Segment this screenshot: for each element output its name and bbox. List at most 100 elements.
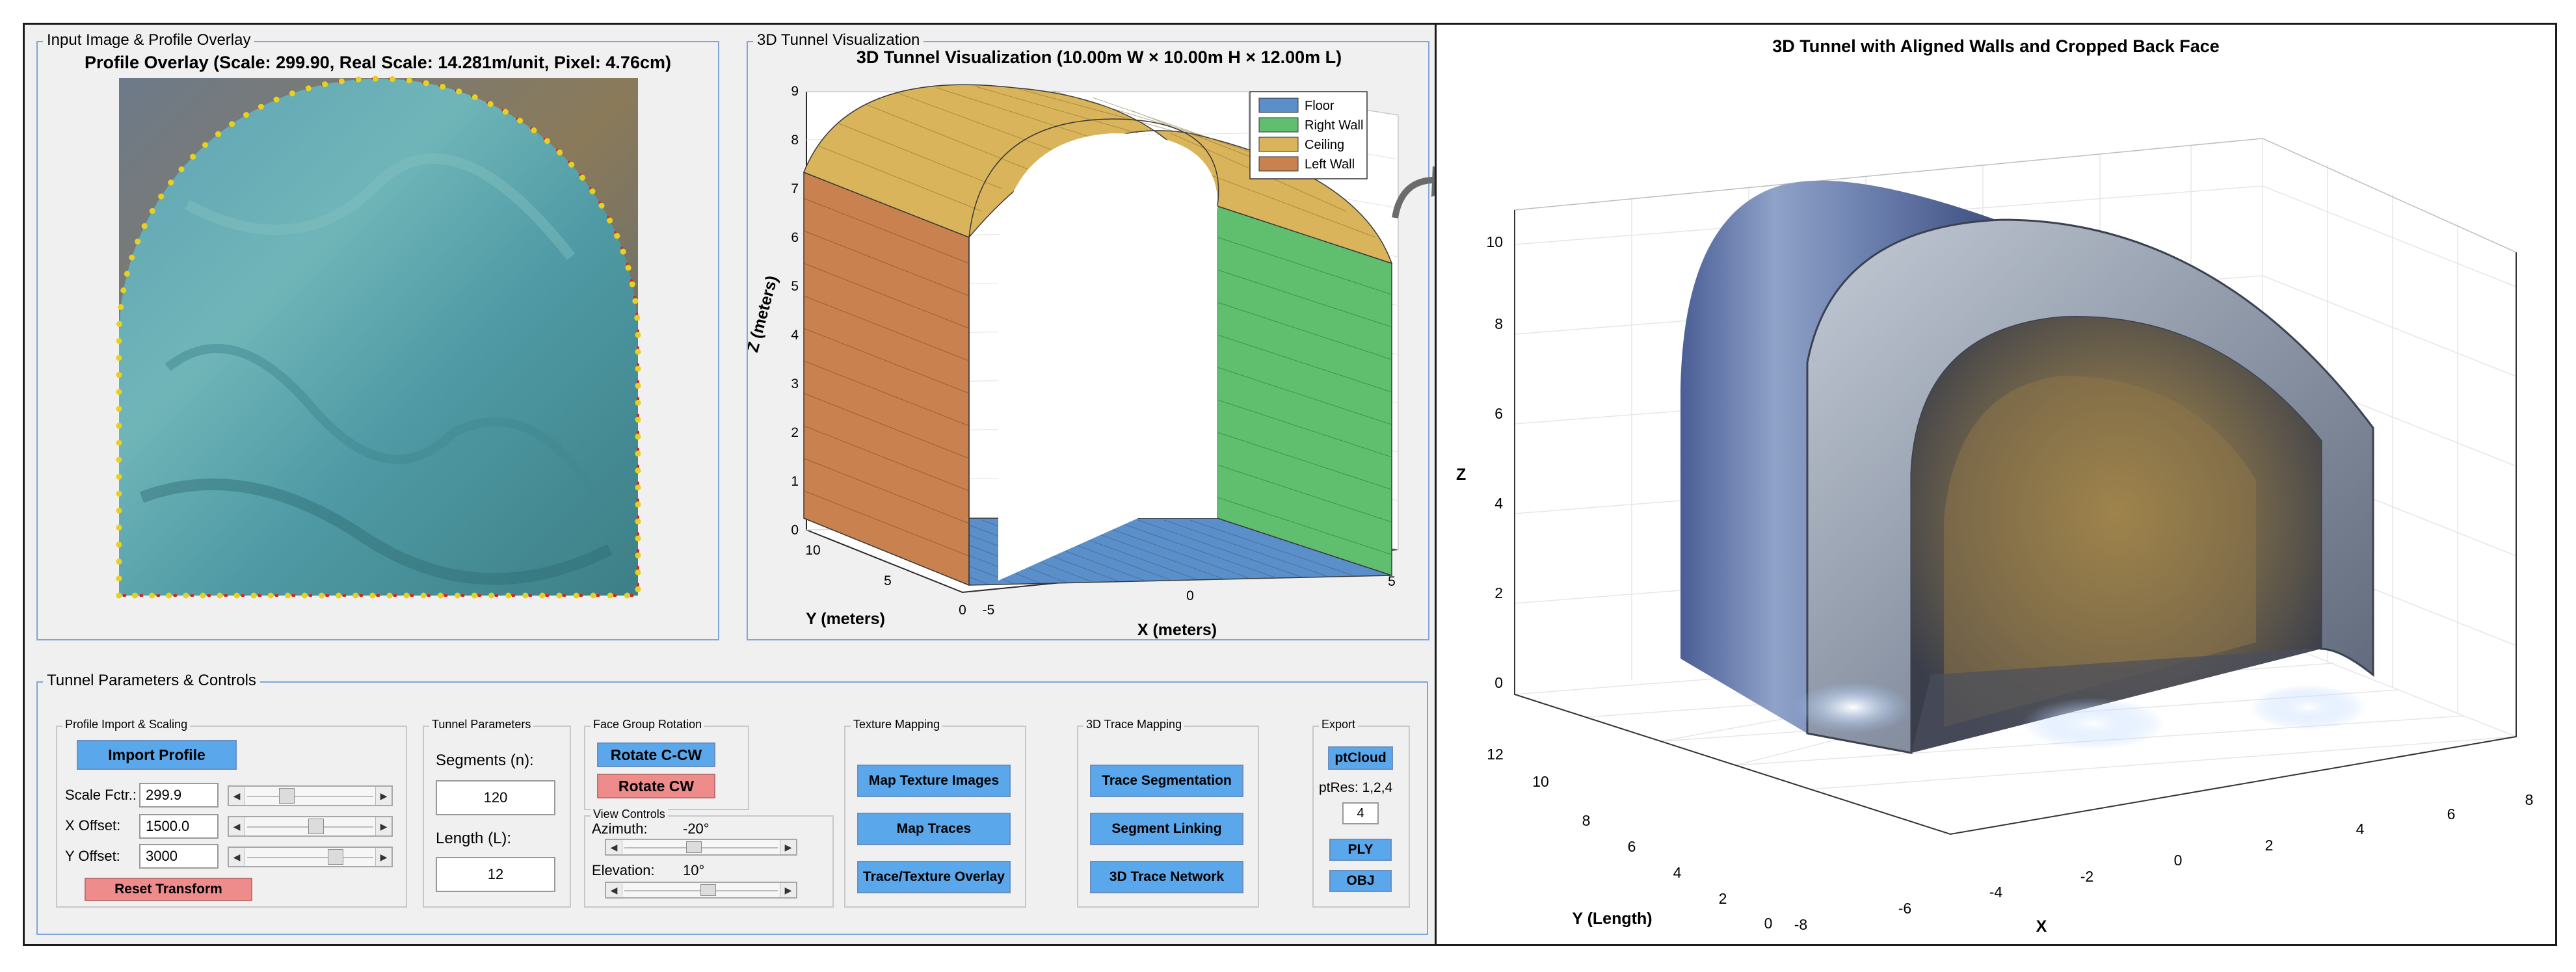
y-offset-slider[interactable]: ◀ ▶	[228, 847, 393, 867]
ptres-label: ptRes: 1,2,4	[1319, 780, 1393, 795]
render-x-tick: -2	[2080, 868, 2093, 885]
legend-floor: Floor	[1305, 99, 1334, 113]
segment-linking-button[interactable]: Segment Linking	[1090, 813, 1243, 845]
length-label: Length (L):	[436, 830, 512, 847]
z-tick: 2	[791, 425, 799, 440]
render-y-tick: 2	[1719, 890, 1727, 907]
azimuth-slider[interactable]: ◀ ▶	[605, 839, 797, 856]
elevation-slider[interactable]: ◀ ▶	[605, 882, 797, 899]
z-tick: 1	[791, 474, 799, 489]
x-offset-slider[interactable]: ◀ ▶	[228, 816, 393, 837]
y-offset-field[interactable]: 3000	[139, 844, 219, 869]
view-controls-group: View Controls Azimuth: -20° ◀ ▶ Elevation…	[584, 808, 834, 908]
render-x-tick: 4	[2356, 821, 2365, 837]
render-x-label: X	[2036, 917, 2047, 936]
scale-factor-slider[interactable]: ◀ ▶	[228, 785, 393, 806]
app-window: Input Image & Profile Overlay Profile Ov…	[23, 23, 1438, 946]
scale-factor-field[interactable]: 299.9	[139, 783, 219, 808]
render-window: 3D Tunnel with Aligned Walls and Cropped…	[1435, 23, 2557, 946]
scale-factor-label: Scale Fctr.:	[65, 787, 137, 803]
trace-mapping-title: 3D Trace Mapping	[1083, 718, 1185, 731]
profile-overlay-title: Profile Overlay (Scale: 299.90, Real Sca…	[85, 53, 671, 72]
render-y-tick: 4	[1673, 864, 1682, 881]
controls-panel-title: Tunnel Parameters & Controls	[43, 672, 260, 690]
z-tick: 9	[791, 84, 799, 99]
face-rotation-group: Face Group Rotation Rotate C-CW Rotate C…	[584, 718, 749, 810]
map-traces-button[interactable]: Map Traces	[857, 813, 1011, 845]
render-y-tick: 0	[1764, 915, 1773, 932]
y-tick: 5	[884, 573, 892, 588]
render-y-tick: 12	[1487, 746, 1504, 763]
x-tick: 5	[1388, 574, 1396, 589]
export-title: Export	[1319, 718, 1359, 731]
rotate-ccw-button[interactable]: Rotate C-CW	[597, 742, 715, 767]
face-rotation-title: Face Group Rotation	[591, 718, 705, 731]
slider-thumb[interactable]	[700, 884, 716, 896]
profile-scaling-group: Profile Import & Scaling Import Profile …	[56, 718, 407, 908]
rotate-cw-button[interactable]: Rotate CW	[597, 774, 715, 798]
profile-overlay-plot: Profile Overlay (Scale: 299.90, Real Sca…	[85, 53, 671, 599]
segments-label: Segments (n):	[436, 752, 534, 769]
render-y-tick: 10	[1532, 773, 1549, 790]
azimuth-label: Azimuth:	[592, 821, 648, 837]
controls-panel: Tunnel Parameters & Controls Profile Imp…	[36, 672, 1428, 935]
export-group: Export ptCloud ptRes: 1,2,4 4 PLY OBJ	[1312, 718, 1410, 908]
render-z-tick: 2	[1494, 585, 1503, 601]
length-field[interactable]: 12	[436, 857, 555, 892]
render-y-tick: 8	[1582, 812, 1591, 829]
legend-left-wall: Left Wall	[1305, 157, 1355, 172]
slider-thumb[interactable]	[328, 849, 344, 865]
legend-ceiling: Ceiling	[1305, 138, 1344, 152]
input-image-panel: Input Image & Profile Overlay Profile Ov…	[36, 31, 719, 640]
z-tick: 8	[791, 133, 799, 148]
render-z-label: Z	[1456, 466, 1466, 484]
y-tick: 10	[805, 543, 820, 558]
render-3d-plot[interactable]: 3D Tunnel with Aligned Walls and Cropped…	[1437, 25, 2555, 944]
render-z-tick: 8	[1494, 315, 1503, 332]
slider-thumb[interactable]	[308, 819, 324, 834]
map-texture-images-button[interactable]: Map Texture Images	[857, 765, 1011, 797]
z-tick: 7	[791, 181, 799, 196]
slider-thumb[interactable]	[686, 841, 702, 853]
trace-network-button[interactable]: 3D Trace Network	[1090, 861, 1243, 893]
render-y-tick: 6	[1628, 838, 1636, 855]
render-x-tick: -8	[1794, 916, 1807, 933]
render-x-tick: -4	[1989, 884, 2003, 900]
elevation-label: Elevation:	[592, 862, 655, 878]
render-x-tick: 0	[2174, 852, 2183, 869]
z-tick: 0	[791, 523, 799, 538]
texture-mapping-title: Texture Mapping	[851, 718, 943, 731]
tunnel-viz-panel: 3D Tunnel Visualization 3D Tunnel Visual…	[747, 31, 1429, 640]
z-axis-label: Z (meters)	[748, 274, 781, 354]
z-tick: 4	[791, 328, 799, 343]
reset-transform-button[interactable]: Reset Transform	[85, 878, 252, 901]
obj-button[interactable]: OBJ	[1329, 870, 1392, 892]
x-offset-field[interactable]: 1500.0	[139, 814, 219, 839]
render-z-tick: 6	[1494, 405, 1503, 422]
azimuth-value: -20°	[683, 821, 710, 837]
ptres-field[interactable]: 4	[1342, 802, 1379, 824]
y-axis-label: Y (meters)	[806, 610, 885, 628]
ply-button[interactable]: PLY	[1329, 839, 1392, 861]
render-z-tick: 10	[1486, 233, 1503, 250]
trace-texture-overlay-button[interactable]: Trace/Texture Overlay	[857, 861, 1011, 893]
ptcloud-button[interactable]: ptCloud	[1328, 746, 1393, 770]
slider-thumb[interactable]	[279, 788, 295, 804]
render-z-tick: 0	[1494, 674, 1503, 691]
tunnel-3d-plot[interactable]: 3D Tunnel Visualization (10.00m W × 10.0…	[748, 42, 1428, 639]
profile-scaling-title: Profile Import & Scaling	[62, 718, 191, 731]
render-x-tick: 6	[2447, 806, 2456, 822]
view-controls-title: View Controls	[591, 808, 668, 821]
import-profile-button[interactable]: Import Profile	[77, 740, 237, 770]
trace-segmentation-button[interactable]: Trace Segmentation	[1090, 765, 1243, 797]
z-tick: 6	[791, 230, 799, 245]
texture-mapping-group: Texture Mapping Map Texture Images Map T…	[844, 718, 1026, 908]
tunnel-params-title: Tunnel Parameters	[429, 718, 534, 731]
segments-field[interactable]: 120	[436, 780, 555, 815]
z-tick: 5	[791, 279, 799, 294]
y-offset-label: Y Offset:	[65, 848, 120, 864]
tunnel-params-group: Tunnel Parameters Segments (n): 120 Leng…	[423, 718, 571, 908]
render-x-tick: 2	[2265, 837, 2274, 854]
viz-plot-title: 3D Tunnel Visualization (10.00m W × 10.0…	[856, 47, 1342, 67]
z-tick: 3	[791, 376, 799, 391]
